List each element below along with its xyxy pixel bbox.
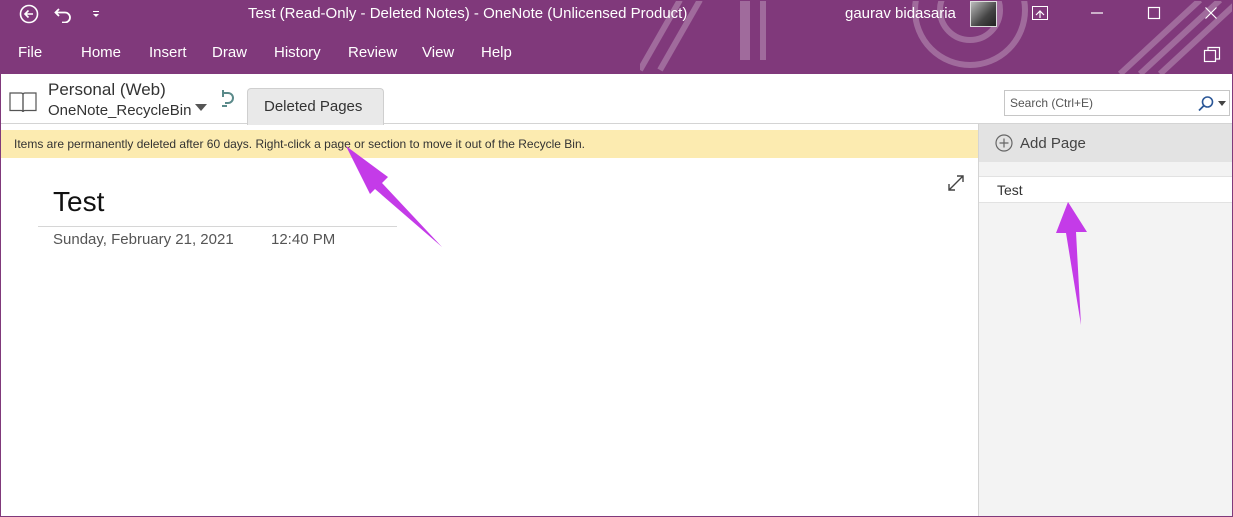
page-list-pane: Add Page Test: [978, 124, 1233, 517]
expand-icon[interactable]: [946, 173, 966, 193]
tab-insert[interactable]: Insert: [149, 44, 187, 61]
tab-home[interactable]: Home: [81, 44, 121, 61]
page-title[interactable]: Test: [53, 186, 104, 218]
page-date: Sunday, February 21, 2021: [53, 231, 234, 248]
avatar[interactable]: [970, 1, 997, 27]
maximize-icon: [1147, 6, 1161, 20]
section-group-name[interactable]: OneNote_RecycleBin: [48, 102, 191, 119]
back-icon: [19, 4, 39, 24]
section-tab-deleted-pages[interactable]: Deleted Pages: [247, 88, 384, 125]
switch-window-icon: [1203, 46, 1221, 63]
add-page-icon: [995, 134, 1013, 152]
undo-icon: [54, 8, 71, 23]
notebook-icon[interactable]: [9, 91, 37, 113]
tab-draw[interactable]: Draw: [212, 44, 247, 61]
search-input[interactable]: Search (Ctrl+E): [1010, 96, 1093, 110]
title-divider: [38, 226, 397, 227]
ribbon-display-options-button[interactable]: [1020, 0, 1060, 26]
search-scope-dropdown-icon[interactable]: [1218, 101, 1226, 107]
notebook-bar: Personal (Web) OneNote_RecycleBin Delete…: [0, 74, 1233, 125]
undo-button[interactable]: [51, 3, 77, 25]
tab-file[interactable]: File: [18, 44, 42, 61]
info-bar-message: Items are permanently deleted after 60 d…: [14, 137, 585, 151]
switch-window-button[interactable]: [1198, 42, 1228, 68]
page-time: 12:40 PM: [271, 231, 336, 248]
tab-review[interactable]: Review: [348, 44, 397, 61]
sync-icon[interactable]: [218, 90, 236, 110]
search-box[interactable]: Search (Ctrl+E): [1004, 90, 1230, 116]
user-name[interactable]: gaurav bidasaria: [845, 5, 956, 22]
maximize-button[interactable]: [1134, 0, 1174, 26]
minimize-button[interactable]: [1077, 0, 1117, 26]
back-button[interactable]: [16, 3, 42, 25]
notebook-name[interactable]: Personal (Web): [48, 80, 166, 100]
page-list-item-label: Test: [997, 182, 1023, 198]
add-page-button[interactable]: Add Page: [979, 124, 1233, 162]
title-bar: Test (Read-Only - Deleted Notes) - OneNo…: [0, 0, 1233, 74]
customize-qat-icon: [93, 11, 99, 17]
search-icon[interactable]: [1197, 95, 1215, 113]
tab-help[interactable]: Help: [481, 44, 512, 61]
close-button[interactable]: [1191, 0, 1231, 26]
close-icon: [1205, 7, 1217, 19]
minimize-icon: [1091, 12, 1103, 14]
page-canvas[interactable]: Test Sunday, February 21, 2021 12:40 PM: [0, 158, 978, 517]
ribbon-display-icon: [1032, 6, 1048, 20]
page-list-item[interactable]: Test: [979, 176, 1233, 203]
add-page-label: Add Page: [1020, 135, 1086, 152]
tab-history[interactable]: History: [274, 44, 321, 61]
section-tab-label: Deleted Pages: [264, 98, 363, 115]
tab-view[interactable]: View: [422, 44, 454, 61]
dropdown-icon[interactable]: [194, 101, 208, 113]
window-title: Test (Read-Only - Deleted Notes) - OneNo…: [248, 5, 688, 22]
customize-qat-button[interactable]: [86, 3, 106, 25]
recycle-bin-info-bar: Items are permanently deleted after 60 d…: [0, 130, 978, 158]
